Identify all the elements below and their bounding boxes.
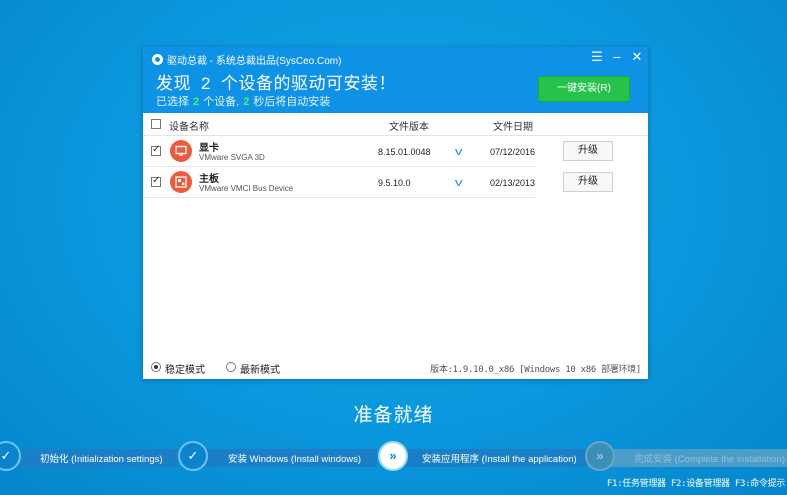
device-name: 显卡 [199, 143, 219, 154]
menu-icon[interactable]: ☰ [590, 49, 604, 65]
version-info: 版本:1.9.10.0_x86 [Windows 10 x86 部署环境] [430, 365, 641, 375]
select-all-checkbox[interactable] [151, 119, 161, 129]
column-date: 文件日期 [493, 122, 533, 133]
latest-mode-radio[interactable] [226, 362, 236, 372]
device-detail: VMware VMCI Bus Device [199, 184, 294, 193]
latest-mode-label[interactable]: 最新模式 [240, 361, 280, 376]
install-progress-steps: ✓ 初始化 (Initialization settings) ✓ 安装 Win… [0, 441, 787, 475]
window-title: 驱动总裁 - 系统总裁出品(SysCeo.Com) [167, 56, 342, 67]
step-label: 安装应用程序 (Install the application) [422, 454, 577, 465]
step-label: 初始化 (Initialization settings) [40, 454, 163, 465]
driver-window: 驱动总裁 - 系统总裁出品(SysCeo.Com) ☰ – ✕ 发现 2 个设备的驱… [143, 47, 648, 379]
status-text: 准备就绪 [353, 405, 434, 426]
countdown-seconds: 2 [243, 96, 250, 108]
subline-text-2: 个设备, [203, 96, 240, 108]
upgrade-button[interactable]: 升级 [563, 172, 613, 192]
step-done-icon: ✓ [178, 441, 208, 471]
column-name: 设备名称 [169, 122, 209, 133]
stable-mode-radio[interactable] [151, 362, 161, 372]
step-done-icon: ✓ [0, 441, 21, 471]
monitor-icon [170, 140, 192, 162]
column-version: 文件版本 [389, 122, 429, 133]
stable-mode-label[interactable]: 稳定模式 [165, 361, 205, 376]
table-row[interactable]: 显卡 VMware SVGA 3D 8.15.01.0048 v 07/12/2… [143, 136, 535, 167]
window-header: 驱动总裁 - 系统总裁出品(SysCeo.Com) ☰ – ✕ 发现 2 个设备的驱… [143, 47, 648, 113]
headline: 发现 2 个设备的驱动可安装！ [156, 69, 396, 94]
motherboard-icon [170, 171, 192, 193]
upgrade-button[interactable]: 升级 [563, 141, 613, 161]
function-key-hints: F1:任务管理器 F2:设备管理器 F3:命令提示 [606, 479, 785, 489]
step-label: 安装 Windows (Install windows) [228, 454, 362, 465]
headline-count: 2 [201, 74, 211, 93]
one-click-install-button[interactable]: 一键安装(R) [538, 76, 630, 102]
window-footer: 稳定模式 最新模式 版本:1.9.10.0_x86 [Windows 10 x8… [143, 357, 648, 377]
device-name: 主板 [199, 174, 219, 185]
chevron-down-icon[interactable]: v [455, 146, 463, 158]
close-icon[interactable]: ✕ [630, 49, 644, 65]
device-checkbox[interactable] [151, 144, 161, 156]
step-label: 完成安装 (Complete the installation) [634, 454, 785, 465]
window-controls: ☰ – ✕ [590, 49, 644, 65]
headline-prefix: 发现 [156, 74, 191, 93]
table-row[interactable]: 主板 VMware VMCI Bus Device 9.5.10.0 v 02/… [143, 167, 535, 198]
minimize-icon[interactable]: – [610, 49, 624, 65]
step-current-icon: » [378, 441, 408, 471]
app-logo-icon [152, 54, 163, 65]
headline-suffix: 个设备的驱动可安装！ [220, 74, 396, 93]
step-pending-icon: » [585, 441, 615, 471]
subline-text-1: 已选择 [156, 96, 189, 108]
driver-version: 8.15.01.0048 [378, 147, 431, 157]
selected-count: 2 [193, 96, 200, 108]
table-header: 设备名称 文件版本 文件日期 [143, 113, 648, 136]
chevron-down-icon[interactable]: v [455, 177, 463, 189]
window-title-bar: 驱动总裁 - 系统总裁出品(SysCeo.Com) [152, 52, 341, 67]
subline-text-3: 秒后将自动安装 [253, 96, 331, 108]
driver-version: 9.5.10.0 [378, 178, 411, 188]
driver-date: 02/13/2013 [490, 178, 536, 188]
driver-date: 07/12/2016 [490, 147, 536, 157]
auto-install-notice: 已选择 2 个设备, 2 秒后将自动安装 [156, 93, 330, 109]
device-checkbox[interactable] [151, 175, 161, 187]
device-detail: VMware SVGA 3D [199, 153, 265, 162]
